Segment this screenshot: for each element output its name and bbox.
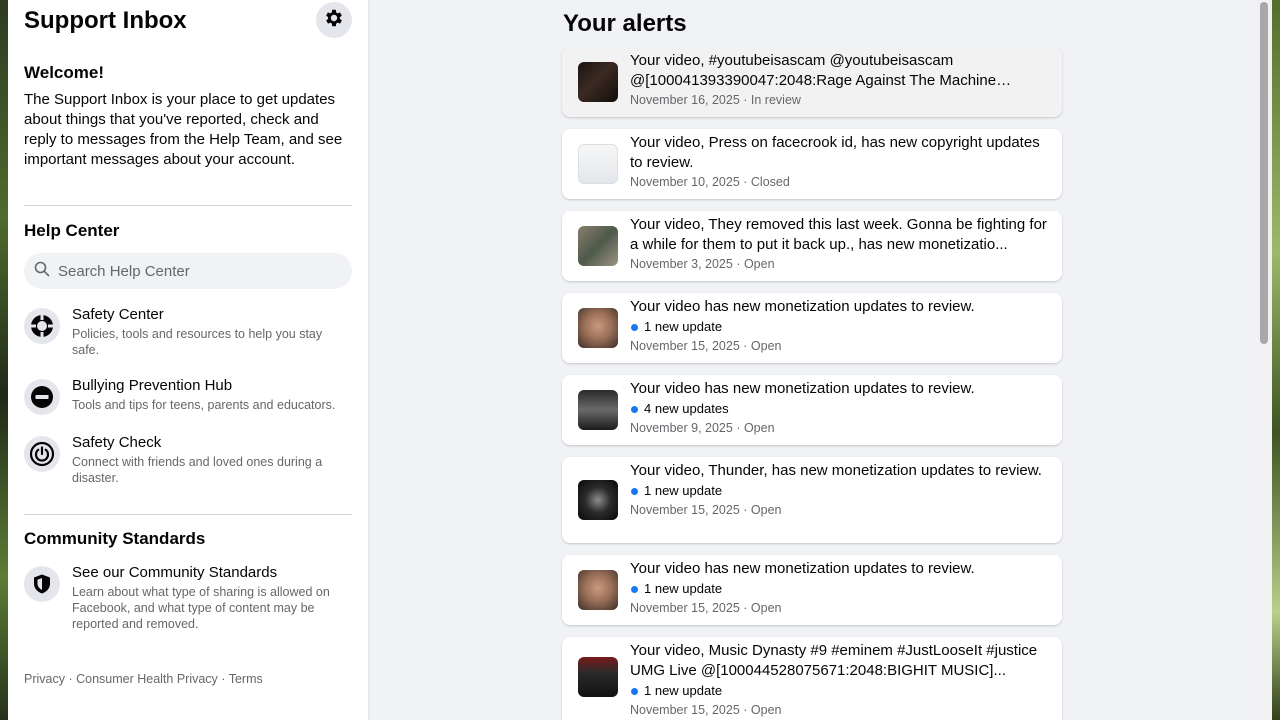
unread-dot-icon [631, 405, 638, 413]
scrollbar[interactable] [1257, 0, 1272, 720]
divider [24, 514, 352, 515]
video-thumbnail [578, 390, 618, 430]
alert-title: Your video has new monetization updates … [630, 380, 975, 397]
alert-status: Open [750, 339, 782, 353]
sidebar-header: Support Inbox [24, 2, 354, 38]
footer-link-privacy[interactable]: Privacy [24, 672, 65, 686]
alert-status: In review [750, 93, 801, 107]
community-standards-link-title: See our Community Standards [72, 564, 278, 581]
alert-status: Closed [750, 175, 790, 189]
video-thumbnail [578, 308, 618, 348]
alert-item[interactable]: Your video has new monetization updates … [562, 375, 1062, 445]
help-center-title: Help Center [24, 221, 120, 240]
video-thumbnail [578, 62, 618, 102]
alert-title: Your video has new monetization updates … [630, 560, 975, 577]
alert-status: Open [743, 257, 775, 271]
alert-item[interactable]: Your video, Music Dynasty #9 #eminem #Ju… [562, 637, 1062, 720]
video-thumbnail [578, 144, 618, 184]
video-thumbnail [578, 480, 618, 520]
help-item-safety-center[interactable]: Safety Center Policies, tools and resour… [24, 305, 352, 358]
help-item-title: Bullying Prevention Hub [72, 377, 233, 394]
help-item-bullying-prevention-hub[interactable]: Bullying Prevention Hub Tools and tips f… [24, 376, 352, 415]
search-icon [34, 261, 50, 282]
video-thumbnail [578, 226, 618, 266]
alert-status: Open [750, 703, 782, 717]
welcome-title: Welcome! [24, 63, 104, 82]
sidebar-title: Support Inbox [24, 7, 187, 34]
welcome-text: The Support Inbox is your place to get u… [24, 91, 343, 168]
alert-title: Your video, #youtubeisascam @youtubeisas… [630, 52, 997, 89]
alert-meta: November 9, 2025 · Open [630, 421, 775, 435]
help-item-desc: Policies, tools and resources to help yo… [72, 327, 323, 357]
unread-dot-icon [631, 687, 638, 695]
alert-meta: November 15, 2025 · Open [630, 503, 782, 517]
desktop-background-left [0, 0, 8, 720]
update-count: 1 new update [630, 681, 1048, 701]
scrollbar-thumb[interactable] [1260, 2, 1268, 344]
unread-dot-icon [631, 487, 638, 495]
alert-item[interactable]: Your video, #youtubeisascam @youtubeisas… [562, 47, 1062, 117]
alert-title: Your video, Thunder, has new monetizatio… [630, 462, 1042, 479]
alert-item[interactable]: Your video has new monetization updates … [562, 293, 1062, 363]
help-item-title: Safety Center [72, 306, 164, 323]
unread-dot-icon [631, 323, 638, 331]
unread-dot-icon [631, 585, 638, 593]
alert-status: Open [750, 601, 782, 615]
alert-item[interactable]: Your video has new monetization updates … [562, 555, 1062, 625]
help-item-desc: Connect with friends and loved ones duri… [72, 455, 323, 485]
alert-status: Open [750, 503, 782, 517]
update-count: 1 new update [630, 317, 1048, 337]
community-standards-title: Community Standards [24, 529, 206, 548]
update-count: 1 new update [630, 579, 1048, 599]
alert-title: Your video, They removed this last week.… [630, 216, 1047, 253]
help-item-title: Safety Check [72, 434, 162, 451]
desktop-background-right [1272, 0, 1280, 720]
alert-meta: November 15, 2025 · Open [630, 339, 782, 353]
footer-links: Privacy · Consumer Health Privacy · Term… [24, 672, 263, 686]
page-title: Your alerts [563, 10, 687, 37]
footer-link-consumer-health-privacy[interactable]: Consumer Health Privacy [76, 672, 218, 686]
sidebar-body: Welcome! The Support Inbox is your place… [24, 62, 352, 688]
update-count: 1 new update [630, 481, 1048, 501]
community-standards-link-desc: Learn about what type of sharing is allo… [72, 585, 330, 631]
alert-meta: November 10, 2025 · Closed [630, 175, 790, 189]
search-input[interactable] [56, 261, 340, 281]
alert-meta: November 3, 2025 · Open [630, 257, 775, 271]
divider [24, 205, 352, 206]
alert-title: Your video, Music Dynasty #9 #eminem #Ju… [630, 642, 1038, 679]
help-item-desc: Tools and tips for teens, parents and ed… [72, 398, 336, 412]
alert-meta: November 15, 2025 · Open [630, 703, 782, 717]
power-icon [24, 436, 60, 472]
lifebuoy-icon [24, 308, 60, 344]
gear-icon [323, 7, 345, 34]
video-thumbnail [578, 657, 618, 697]
footer-link-terms[interactable]: Terms [229, 672, 263, 686]
settings-button[interactable] [316, 2, 352, 38]
help-item-safety-check[interactable]: Safety Check Connect with friends and lo… [24, 433, 352, 486]
alert-title: Your video, Press on facecrook id, has n… [630, 134, 1040, 171]
community-standards-link[interactable]: See our Community Standards Learn about … [24, 563, 352, 632]
alert-status: Open [743, 421, 775, 435]
video-thumbnail [578, 570, 618, 610]
shield-icon [24, 566, 60, 602]
alert-item[interactable]: Your video, Press on facecrook id, has n… [562, 129, 1062, 199]
alert-meta: November 15, 2025 · Open [630, 601, 782, 615]
sidebar: Support Inbox Welcome! The Support Inbox… [8, 0, 368, 720]
alert-meta: November 16, 2025 · In review [630, 93, 801, 107]
update-count: 4 new updates [630, 399, 1048, 419]
alert-item[interactable]: Your video, They removed this last week.… [562, 211, 1062, 281]
help-center-search[interactable] [24, 253, 352, 289]
alert-title: Your video has new monetization updates … [630, 298, 975, 315]
alert-item[interactable]: Your video, Thunder, has new monetizatio… [562, 457, 1062, 543]
no-entry-icon [24, 379, 60, 415]
